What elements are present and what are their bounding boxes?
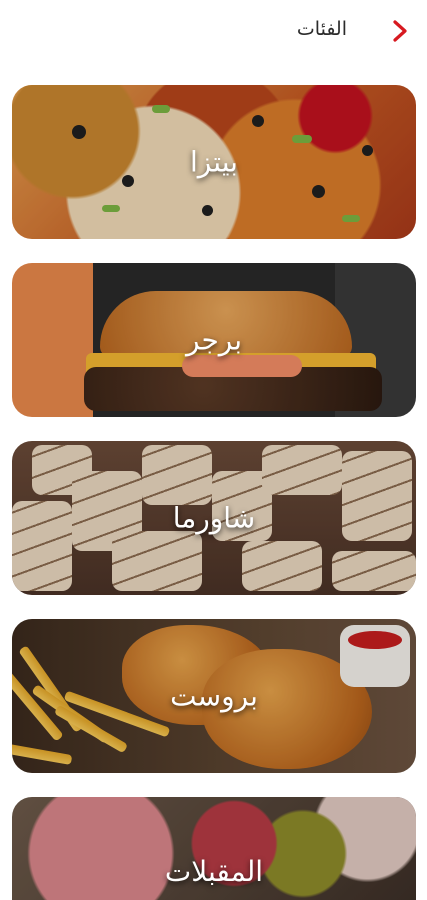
chevron-right-icon: [393, 20, 407, 42]
category-label: برجر: [186, 323, 242, 357]
back-button[interactable]: [385, 16, 415, 46]
category-card-appetizers[interactable]: المقبلات: [12, 797, 416, 900]
category-label: بيتزا: [190, 145, 238, 179]
category-card-pizza[interactable]: بيتزا: [12, 85, 416, 239]
app-header: الفئات: [0, 0, 427, 62]
category-card-broast[interactable]: بروست: [12, 619, 416, 773]
category-label: المقبلات: [164, 855, 264, 888]
category-label: بروست: [170, 679, 258, 713]
category-label: شاورما: [172, 501, 256, 535]
category-card-shawarma[interactable]: شاورما: [12, 441, 416, 595]
page-title: الفئات: [296, 18, 347, 40]
category-card-burger[interactable]: برجر: [12, 263, 416, 417]
category-list: بيتزا برجر شاورما بروست المقبلات: [12, 85, 416, 900]
